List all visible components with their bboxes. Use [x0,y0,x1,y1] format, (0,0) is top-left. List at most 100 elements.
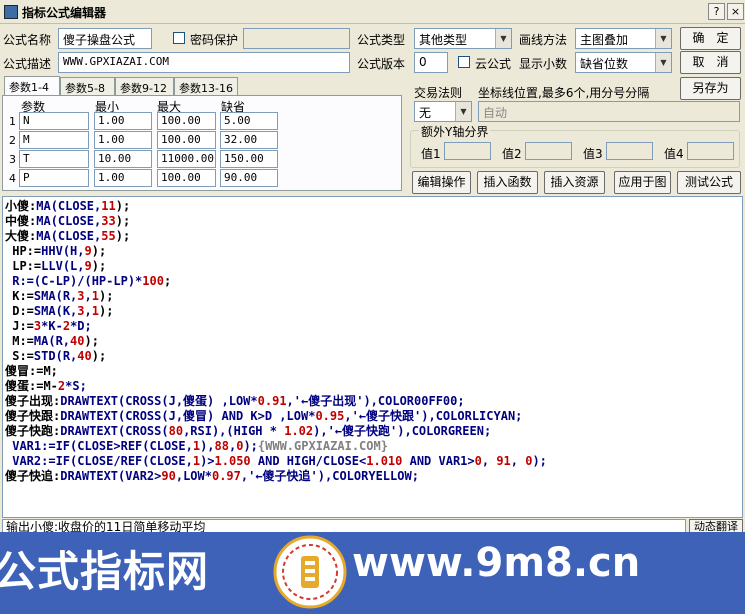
param-min-input[interactable]: 10.00 [94,150,152,168]
param-default-input[interactable]: 90.00 [220,169,278,187]
tab-params-9-12[interactable]: 参数9-12 [115,77,174,96]
extra-y-axis-label: 额外Y轴分界 [419,123,491,140]
axis-value-2-input[interactable] [525,142,572,160]
code-line: 大傻:MA(CLOSE,55); [5,229,547,244]
axis-value-1-label: 值1 [421,147,441,161]
param-max-input[interactable]: 100.00 [157,112,216,130]
insert-function-button[interactable]: 插入函数 [477,171,538,194]
code-token: 80 [168,424,184,438]
edit-operation-button[interactable]: 编辑操作 [412,171,471,194]
code-token: (R, [48,334,71,348]
param-max-input[interactable]: 100.00 [157,131,216,149]
code-token: , [84,304,92,318]
code-token: (CLOSE, [50,229,102,243]
password-input[interactable] [243,28,350,49]
insert-resource-button[interactable]: 插入资源 [544,171,605,194]
param-max-input[interactable]: 11000.00 [157,150,216,168]
formula-desc-label: 公式描述 [3,57,52,71]
param-name-input[interactable]: P [19,169,89,187]
chevron-down-icon: ▼ [455,102,471,121]
code-token: *K- [41,319,63,333]
param-tabs: 参数1-4 参数5-8 参数9-12 参数13-16 参数 最小 最大 缺省 1… [2,76,402,191]
param-default-input[interactable]: 5.00 [220,112,278,130]
param-default-input[interactable]: 32.00 [220,131,278,149]
coord-line-label: 坐标线位置,最多6个,用分号分隔 [478,86,650,100]
decimals-value: 缺省位数 [580,57,629,71]
param-name-input[interactable]: T [19,150,89,168]
code-token: M:= [5,334,34,348]
cloud-formula-checkbox[interactable] [458,56,470,68]
param-name-input[interactable]: M [19,131,89,149]
app-icon [4,5,18,19]
formula-type-select[interactable]: 其他类型 ▼ [414,28,512,49]
draw-method-select[interactable]: 主图叠加 ▼ [575,28,672,49]
axis-value-1-input[interactable] [444,142,491,160]
code-token: (CLOSE, [50,199,102,213]
code-token: 0.95 [315,409,345,423]
axis-value-4-input[interactable] [687,142,734,160]
close-icon[interactable]: × [727,3,744,20]
tab-params-13-16[interactable]: 参数13-16 [174,77,238,96]
decimals-select[interactable]: 缺省位数 ▼ [575,52,672,73]
code-line: R:=(C-LP)/(HP-LP)*100; [5,274,547,289]
code-token: VAR2:=IF(CLOSE/REF(CLOSE, [5,454,193,468]
code-token: MA [36,199,51,213]
param-min-input[interactable]: 1.00 [94,112,152,130]
formula-code-editor[interactable]: 小傻:MA(CLOSE,11); 中傻:MA(CLOSE,33); 大傻:MA(CL… [2,196,743,518]
coord-line-input[interactable]: 自动 [478,101,740,122]
code-line: J:=3*K-2*D; [5,319,547,334]
code-token: AND VAR1> [402,454,475,468]
code-token: 1 [192,439,201,453]
param-default-input[interactable]: 150.00 [220,150,278,168]
code-token: ,RSI),(HIGH * [183,424,285,438]
ok-button[interactable]: 确 定 [680,27,741,50]
formula-name-label: 公式名称 [3,33,52,47]
formula-name-input[interactable]: 傻子操盘公式 [58,28,152,49]
trade-rule-select[interactable]: 无 ▼ [414,101,472,122]
extra-y-axis-group: 额外Y轴分界 值1 值2 值3 值4 [410,123,740,168]
param-name-input[interactable]: N [19,112,89,130]
tab-params-5-8[interactable]: 参数5-8 [60,77,115,96]
code-token: D:= [5,304,34,318]
param-row-index: 4 [9,172,16,185]
code-token: 1.02 [284,424,314,438]
code-line: VAR1:=IF(CLOSE>REF(CLOSE,1),88,0);{WWW.G… [5,439,547,454]
save-as-button[interactable]: 另存为 [680,77,741,100]
code-line: 傻子快跑:DRAWTEXT(CROSS(80,RSI),(HIGH * 1.02… [5,424,547,439]
code-token: ); [98,304,114,318]
formula-version-input[interactable]: 0 [414,52,448,73]
trade-rule-label: 交易法则 [414,86,463,100]
banner-url: www.9m8.cn [352,540,641,586]
help-icon[interactable]: ? [708,3,725,20]
formula-desc-input[interactable]: WWW.GPXIAZAI.COM [58,52,350,73]
trade-rule-value: 无 [419,106,432,120]
code-token: ); [98,289,114,303]
code-token: 40 [70,334,85,348]
cancel-button[interactable]: 取 消 [680,51,741,74]
code-token: ); [115,214,131,228]
title-bar: 指标公式编辑器 ? × [0,0,745,24]
param-min-input[interactable]: 1.00 [94,169,152,187]
code-line: K:=SMA(R,3,1); [5,289,547,304]
code-token: {WWW.GPXIAZAI.COM} [257,439,388,453]
password-checkbox[interactable] [173,32,185,44]
code-token: 1 [91,304,99,318]
axis-value-3-input[interactable] [606,142,653,160]
code-token: MA [33,334,49,348]
apply-to-chart-button[interactable]: 应用于图 [614,171,671,194]
code-line: 傻冒:=M; [5,364,547,379]
param-max-input[interactable]: 100.00 [157,169,216,187]
code-token: 傻子快追: [5,469,61,483]
param-panel: 参数 最小 最大 缺省 1 N 1.00 100.00 5.00 2 M 1.0… [2,95,402,191]
code-token: 55 [101,229,116,243]
code-token: *D; [70,319,92,333]
tab-params-1-4[interactable]: 参数1-4 [4,76,60,97]
param-min-input[interactable]: 1.00 [94,131,152,149]
code-token: DRAWTEXT(CROSS(J,傻蛋) ,LOW* [60,394,258,408]
test-formula-button[interactable]: 测试公式 [677,171,741,194]
code-token: SMA [33,304,56,318]
axis-value-4-label: 值4 [664,147,684,161]
code-token: 大傻: [5,229,37,243]
formula-type-value: 其他类型 [419,33,468,47]
code-token: ,'←傻子快追'),COLORYELLOW; [240,469,419,483]
